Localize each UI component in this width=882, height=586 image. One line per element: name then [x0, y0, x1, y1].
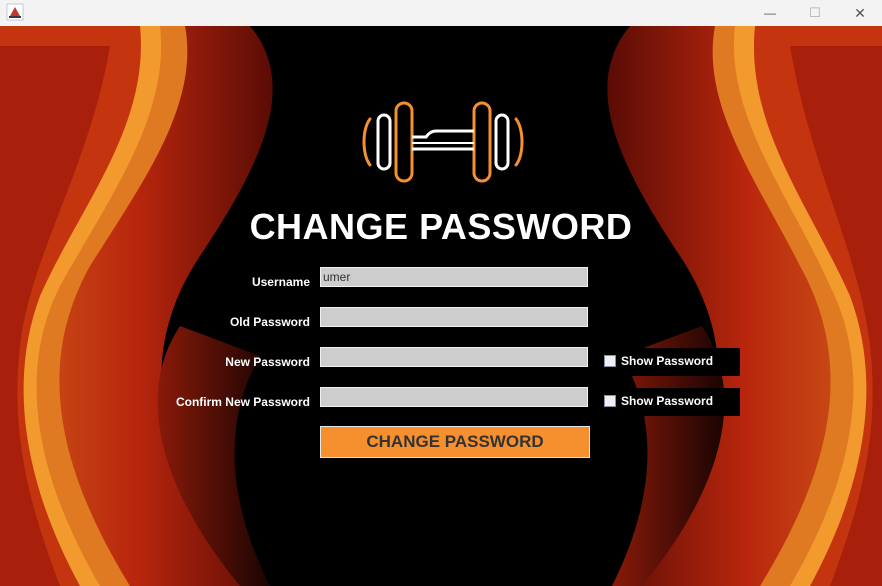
- show-password-checkbox-1[interactable]: [604, 355, 616, 367]
- show-password-label-2[interactable]: Show Password: [621, 394, 713, 408]
- change-password-button-label: CHANGE PASSWORD: [366, 432, 544, 451]
- page-title: CHANGE PASSWORD: [249, 206, 633, 247]
- old-password-label: Old Password: [229, 315, 310, 329]
- show-password-checkbox-2[interactable]: [604, 395, 616, 407]
- title-bar: — ☐ ✕: [0, 0, 882, 26]
- change-password-panel: CHANGE PASSWORD Username Old Password Ne…: [0, 26, 882, 586]
- close-icon: ✕: [854, 4, 866, 21]
- close-button[interactable]: ✕: [837, 0, 882, 26]
- show-password-label-1[interactable]: Show Password: [621, 354, 713, 368]
- dumbbell-icon: [362, 101, 524, 183]
- old-password-field[interactable]: [320, 307, 588, 327]
- maximize-icon: ☐: [809, 5, 821, 20]
- confirm-password-field[interactable]: [320, 387, 588, 407]
- confirm-password-label: Confirm New Password: [175, 395, 310, 409]
- java-app-icon: [6, 3, 24, 21]
- username-field[interactable]: [320, 267, 588, 287]
- new-password-field[interactable]: [320, 347, 588, 367]
- username-label: Username: [251, 275, 310, 289]
- minimize-button[interactable]: —: [747, 0, 793, 26]
- maximize-button[interactable]: ☐: [792, 0, 838, 26]
- change-password-button[interactable]: CHANGE PASSWORD: [320, 426, 590, 458]
- new-password-label: New Password: [225, 355, 310, 369]
- minimize-icon: —: [764, 6, 776, 20]
